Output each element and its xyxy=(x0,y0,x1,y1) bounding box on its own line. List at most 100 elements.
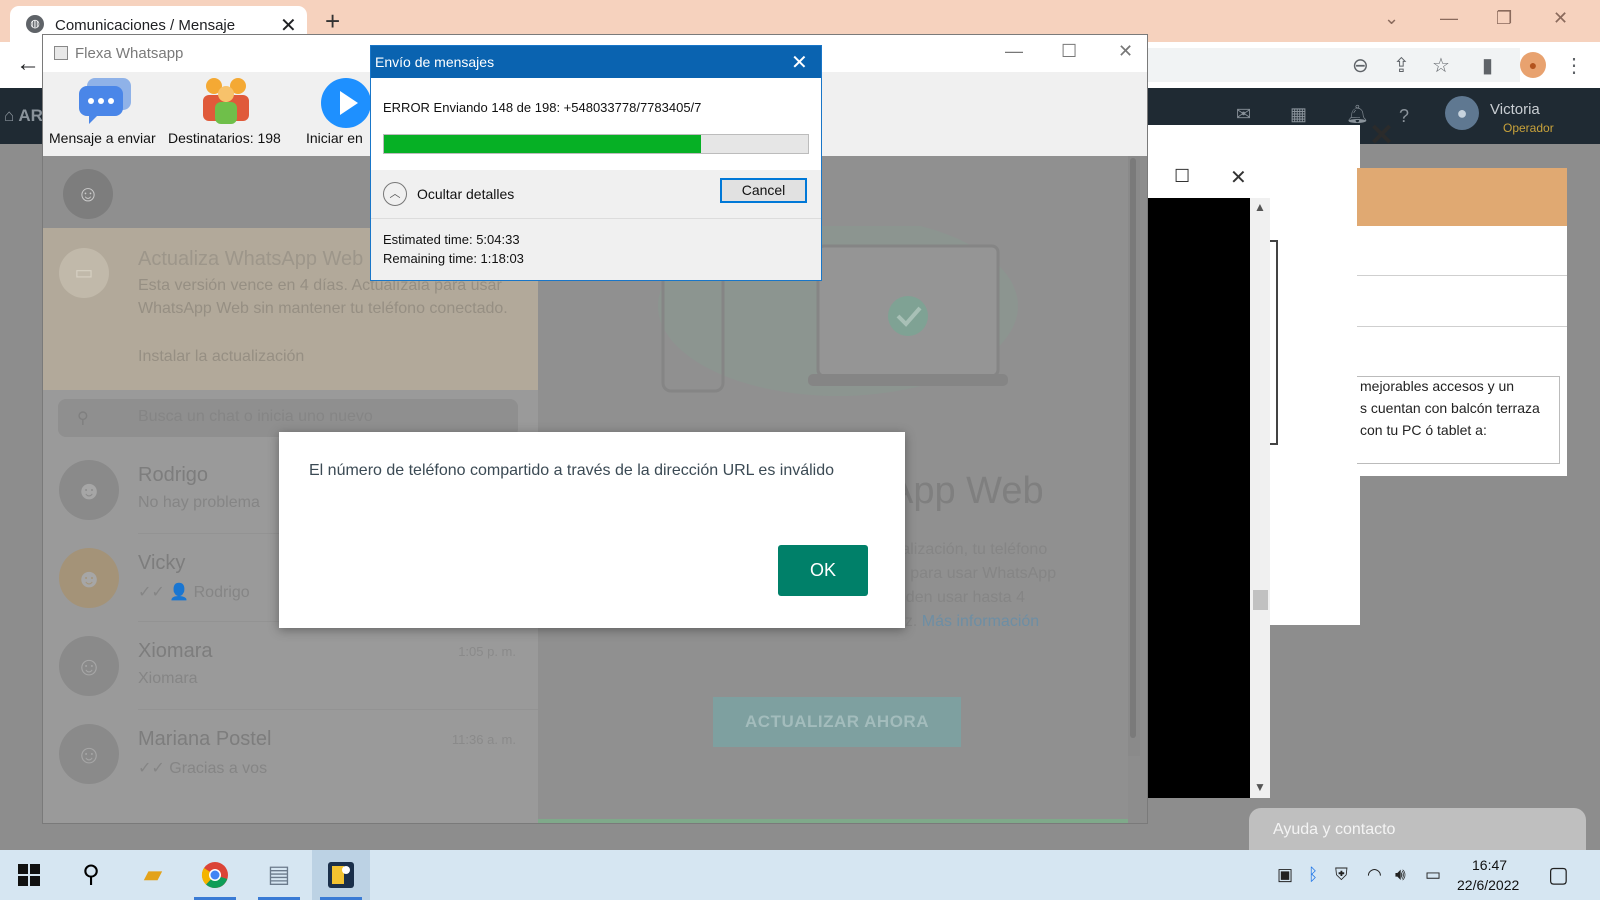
close-icon[interactable]: ✕ xyxy=(791,50,808,75)
laptop-icon: ▭ xyxy=(59,248,109,298)
volume-icon[interactable]: 🔊︎ xyxy=(1395,865,1406,885)
people-group-icon xyxy=(203,78,249,124)
more-info-link[interactable]: Más información xyxy=(922,613,1039,630)
scroll-up-icon[interactable]: ▲ xyxy=(1254,200,1266,214)
dialog-titlebar: Envío de mensajes ✕ xyxy=(371,46,821,78)
maximize-icon[interactable]: ☐ xyxy=(1061,41,1077,62)
minimize-icon[interactable]: — xyxy=(1005,41,1023,62)
scroll-down-icon[interactable]: ▼ xyxy=(1254,780,1266,794)
start-send-button[interactable]: Iniciar en xyxy=(293,72,373,156)
web-orange-header xyxy=(1357,168,1567,226)
divider xyxy=(1357,275,1567,276)
star-icon[interactable]: ☆ xyxy=(1432,53,1450,78)
wifi-icon[interactable]: ◠ xyxy=(1367,865,1382,885)
storage-icon[interactable]: ▣ xyxy=(1277,865,1293,885)
maximize-icon[interactable]: ☐ xyxy=(1174,166,1190,187)
update-now-button[interactable]: ACTUALIZAR AHORA xyxy=(713,697,961,747)
intro-body-line: ueden usar hasta 4 xyxy=(888,589,1025,606)
more-menu-icon[interactable]: ⋮ xyxy=(1564,53,1584,78)
security-shield-icon[interactable]: ⛨ xyxy=(1335,865,1348,885)
avatar: ☺ xyxy=(59,724,119,784)
clock-time[interactable]: 16:47 xyxy=(1472,857,1507,873)
web-panel-text: mejorables accesos y un s cuentan con ba… xyxy=(1360,378,1540,438)
close-icon[interactable]: ✕ xyxy=(1369,118,1394,153)
app-logo: ⌂ AR xyxy=(4,106,43,125)
file-explorer-icon[interactable]: ▰ xyxy=(124,850,182,900)
sending-progress-dialog: Envío de mensajes ✕ ERROR Enviando 148 d… xyxy=(370,45,822,281)
my-avatar[interactable]: ☺ xyxy=(63,169,113,219)
start-send-label: Iniciar en xyxy=(306,130,363,146)
scrollbar[interactable] xyxy=(1250,198,1270,798)
intro-bottom-bar xyxy=(538,819,1128,823)
battery-icon[interactable]: ▭ xyxy=(1425,865,1441,885)
flexa-taskbar-button[interactable] xyxy=(312,850,370,900)
start-button[interactable] xyxy=(0,850,58,900)
chat-name: Rodrigo xyxy=(138,464,209,486)
recipients-button[interactable]: Destinatarios: 198 xyxy=(165,72,290,156)
scrollbar-thumb[interactable] xyxy=(1130,158,1136,738)
message-bubble-icon xyxy=(79,78,131,124)
user-role: Operador xyxy=(1503,121,1554,135)
hide-details-toggle[interactable]: Ocultar detalles xyxy=(417,186,514,202)
chat-preview: ✓✓ Gracias a vos xyxy=(138,760,268,777)
window-title: Flexa Whatsapp xyxy=(75,45,184,62)
help-contact-button[interactable]: Ayuda y contacto xyxy=(1249,808,1586,852)
side-panel-icon[interactable]: ▮ xyxy=(1482,53,1493,78)
clock-date[interactable]: 22/6/2022 xyxy=(1457,877,1519,893)
share-icon[interactable]: ⇪ xyxy=(1393,53,1410,78)
scrollbar-thumb[interactable] xyxy=(1253,590,1268,610)
dialog-body: ERROR Enviando 148 de 198: +548033778/77… xyxy=(371,78,821,170)
back-arrow-icon[interactable]: ← xyxy=(16,50,40,78)
install-update-link[interactable]: Instalar la actualización xyxy=(138,348,304,366)
avatar: ☻ xyxy=(59,460,119,520)
chrome-taskbar-button[interactable] xyxy=(186,850,244,900)
chrome-icon xyxy=(201,862,228,888)
close-icon[interactable]: ✕ xyxy=(1553,8,1568,29)
image-app-icon[interactable]: ▤ xyxy=(250,850,308,900)
calendar-icon[interactable]: ▦ xyxy=(1290,104,1307,125)
globe-icon: ◍ xyxy=(26,15,44,33)
search-icon[interactable]: ⚲ xyxy=(62,850,120,900)
chat-name: Xiomara xyxy=(138,640,213,662)
banner-title: Actualiza WhatsApp Web xyxy=(138,248,364,270)
message-to-send-button[interactable]: Mensaje a enviar xyxy=(43,72,163,156)
chat-name: Mariana Postel xyxy=(138,728,272,750)
scrollbar[interactable] xyxy=(1128,156,1140,756)
restore-icon[interactable]: ❐ xyxy=(1496,8,1512,29)
message-to-send-label: Mensaje a enviar xyxy=(49,130,156,146)
app-icon xyxy=(54,46,68,60)
mail-icon[interactable]: ✉ xyxy=(1236,104,1251,125)
avatar: ☻ xyxy=(59,548,119,608)
user-name[interactable]: Victoria xyxy=(1490,101,1540,118)
chat-preview: ✓✓ 👤 Rodrigo xyxy=(138,584,250,601)
divider xyxy=(371,218,821,219)
ok-button[interactable]: OK xyxy=(778,545,868,596)
zoom-icon[interactable]: ⊖ xyxy=(1352,53,1369,78)
chevron-up-icon[interactable]: ︿ xyxy=(383,182,407,206)
send-status: ERROR Enviando 148 de 198: +548033778/77… xyxy=(383,100,702,115)
search-icon: ⚲ xyxy=(77,410,89,427)
tab-title: Comunicaciones / Mensaje xyxy=(55,17,236,34)
profile-avatar[interactable]: ● xyxy=(1520,52,1546,78)
intro-body-line: do para usar WhatsApp xyxy=(888,565,1057,582)
chat-name: Vicky xyxy=(138,552,186,574)
notification-icon[interactable]: ▢ xyxy=(1548,862,1569,888)
cancel-button[interactable]: Cancel xyxy=(720,178,807,203)
bluetooth-icon[interactable]: ᛒ xyxy=(1308,865,1318,885)
new-tab-button[interactable]: + xyxy=(325,6,340,37)
chevron-down-icon[interactable]: ⌄ xyxy=(1384,8,1399,29)
chat-preview: No hay problema xyxy=(138,494,260,511)
user-avatar[interactable]: ● xyxy=(1445,96,1479,130)
chat-row[interactable]: ☺ Mariana Postel ✓✓ Gracias a vos 11:36 … xyxy=(43,710,538,798)
address-bar[interactable] xyxy=(1120,48,1520,82)
estimated-time: Estimated time: 5:04:33 xyxy=(383,232,520,247)
help-icon[interactable]: ? xyxy=(1399,106,1409,127)
chat-row[interactable]: ☺ Xiomara Xiomara 1:05 p. m. xyxy=(43,622,538,710)
bell-icon[interactable]: 🔔︎ xyxy=(1346,104,1369,125)
close-icon[interactable]: ✕ xyxy=(1230,165,1247,190)
invalid-number-alert: El número de teléfono compartido a travé… xyxy=(279,432,905,628)
dialog-title: Envío de mensajes xyxy=(375,54,495,70)
search-input[interactable]: Busca un chat o inicia uno nuevo xyxy=(138,408,373,426)
close-icon[interactable]: ✕ xyxy=(1118,41,1133,62)
minimize-icon[interactable]: — xyxy=(1440,8,1458,29)
